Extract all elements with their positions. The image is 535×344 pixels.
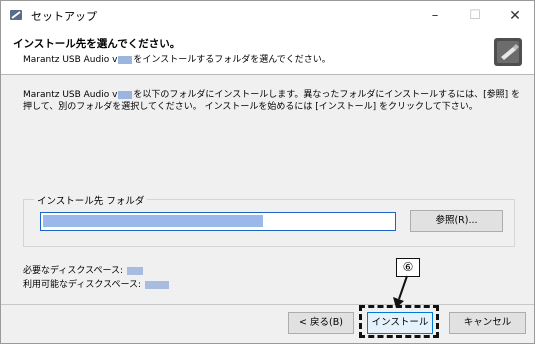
window-title: セットアップ: [31, 10, 97, 23]
destination-folder-legend: インストール先 フォルダ: [34, 193, 148, 207]
minimize-button[interactable]: –: [415, 4, 455, 28]
page-subtitle: Marantz USB Audio v をインストールするフォルダを選んでください…: [23, 52, 331, 65]
destination-folder-group: インストール先 フォルダ 参照(R)...: [23, 193, 515, 247]
maximize-button[interactable]: ☐: [455, 4, 495, 28]
destination-path-input[interactable]: [40, 212, 396, 231]
cancel-button[interactable]: キャンセル: [449, 312, 526, 334]
available-space: 利用可能なディスクスペース:: [23, 277, 170, 290]
required-space: 必要なディスクスペース:: [23, 263, 144, 276]
callout-arrow-icon: [393, 275, 408, 308]
redacted-value: [127, 266, 144, 275]
footer-divider: [1, 304, 534, 305]
installer-icon: [494, 38, 522, 66]
subtitle-suffix: をインストールするフォルダを選んでください。: [133, 55, 331, 65]
redacted-value: [145, 280, 170, 289]
description-prefix: Marantz USB Audio v: [23, 90, 118, 100]
wizard-header: インストール先を選んでください。 Marantz USB Audio v をインス…: [1, 30, 534, 75]
subtitle-prefix: Marantz USB Audio v: [23, 55, 118, 65]
browse-button[interactable]: 参照(R)...: [410, 210, 503, 232]
back-button[interactable]: < 戻る(B): [288, 312, 354, 334]
setup-window: セットアップ – ☐ ✕ インストール先を選んでください。 Marantz US…: [0, 0, 535, 344]
description-text: Marantz USB Audio v を以下のフォルダにインストールします。異な…: [23, 89, 523, 113]
close-button[interactable]: ✕: [495, 4, 535, 28]
redacted-version: [118, 90, 133, 99]
title-bar: セットアップ – ☐ ✕: [1, 1, 534, 30]
redacted-path: [43, 215, 263, 227]
available-space-label: 利用可能なディスクスペース:: [23, 280, 142, 290]
page-title: インストール先を選んでください。: [13, 38, 181, 50]
required-space-label: 必要なディスクスペース:: [23, 266, 124, 276]
redacted-version: [118, 55, 133, 64]
highlight-box: [359, 305, 439, 338]
setup-app-icon: [10, 10, 22, 20]
